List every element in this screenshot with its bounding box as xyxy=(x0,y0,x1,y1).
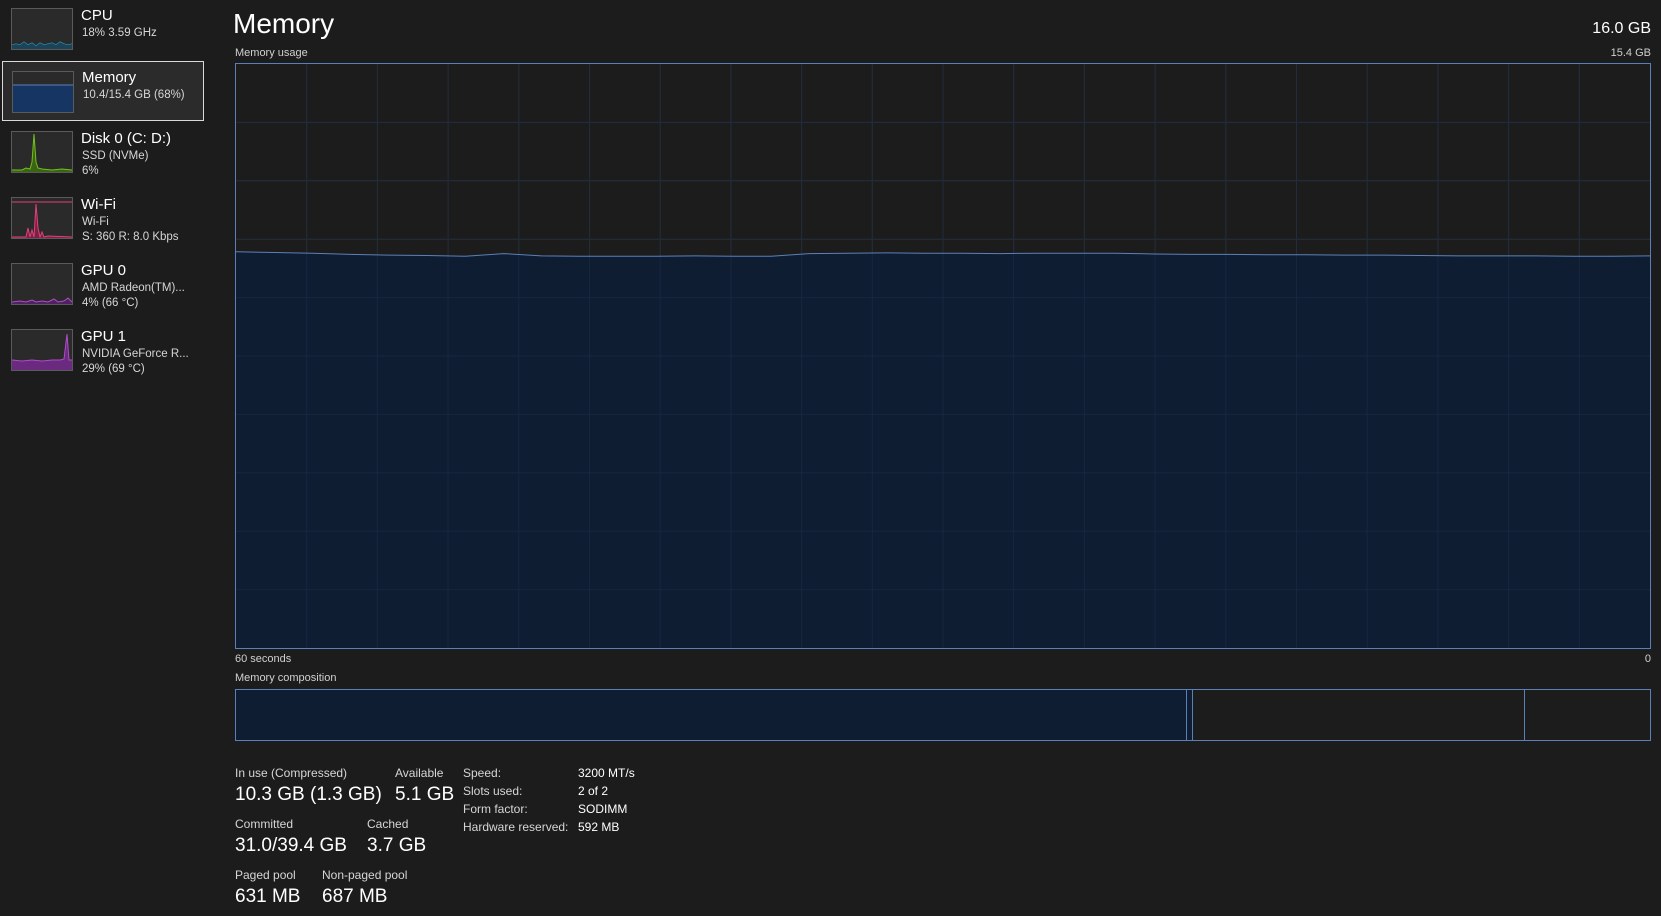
sidebar-item-disk-usage: 6% xyxy=(82,165,99,177)
sidebar-item-wifi-throughput: S: 360 R: 8.0 Kbps xyxy=(82,231,179,243)
sidebar: CPU 18% 3.59 GHz Memory 10.4/15.4 GB (68… xyxy=(0,0,206,916)
sidebar-item-gpu1-name: NVIDIA GeForce R... xyxy=(82,348,189,360)
memory-composition-bar xyxy=(235,689,1651,741)
sidebar-item-cpu-usage: 18% 3.59 GHz xyxy=(82,27,157,39)
disk-thumbnail xyxy=(11,131,73,173)
graph-x-left-label: 60 seconds xyxy=(235,653,292,665)
cached-label: Cached xyxy=(367,817,409,831)
graph-x-right-label: 0 xyxy=(1644,653,1651,665)
composition-segment-in-use[interactable] xyxy=(236,690,1187,740)
memory-composition-label: Memory composition xyxy=(235,672,337,684)
sidebar-item-wifi-adapter: Wi-Fi xyxy=(82,216,109,228)
cpu-thumbnail xyxy=(11,8,73,50)
non-paged-pool-label: Non-paged pool xyxy=(322,868,408,882)
sidebar-item-wifi[interactable]: Wi-Fi Wi-Fi S: 360 R: 8.0 Kbps xyxy=(2,189,204,249)
total-memory: 16.0 GB xyxy=(1592,20,1651,37)
sidebar-item-gpu1[interactable]: GPU 1 NVIDIA GeForce R... 29% (69 °C) xyxy=(2,321,204,381)
sidebar-item-cpu[interactable]: CPU 18% 3.59 GHz xyxy=(2,0,204,60)
available-value: 5.1 GB xyxy=(395,784,455,805)
wifi-thumbnail xyxy=(11,197,73,239)
composition-segment-standby[interactable] xyxy=(1191,690,1524,740)
committed-label: Committed xyxy=(235,817,294,831)
sidebar-item-memory-title: Memory xyxy=(82,69,137,86)
available-label: Available xyxy=(395,766,444,780)
committed-value: 31.0/39.4 GB xyxy=(235,835,347,856)
sidebar-item-gpu0-name: AMD Radeon(TM)... xyxy=(82,282,185,294)
speed-label: Speed: xyxy=(463,766,502,780)
gpu0-thumbnail xyxy=(11,263,73,305)
sidebar-item-memory-usage: 10.4/15.4 GB (68%) xyxy=(83,89,185,101)
sidebar-item-cpu-title: CPU xyxy=(81,7,113,24)
memory-usage-graph xyxy=(235,63,1651,649)
sidebar-item-gpu1-title: GPU 1 xyxy=(81,328,127,345)
sidebar-item-memory[interactable]: Memory 10.4/15.4 GB (68%) xyxy=(2,61,204,121)
in-use-label: In use (Compressed) xyxy=(235,766,348,780)
sidebar-item-disk-type: SSD (NVMe) xyxy=(82,150,149,162)
paged-pool-value: 631 MB xyxy=(235,886,301,907)
sidebar-item-gpu0[interactable]: GPU 0 AMD Radeon(TM)... 4% (66 °C) xyxy=(2,255,204,315)
sidebar-item-disk-title: Disk 0 (C: D:) xyxy=(81,130,171,147)
slots-used-label: Slots used: xyxy=(463,784,523,798)
paged-pool-label: Paged pool xyxy=(235,868,296,882)
composition-segment-free[interactable] xyxy=(1524,690,1650,740)
slots-used-value: 2 of 2 xyxy=(578,784,609,798)
form-factor-label: Form factor: xyxy=(463,802,528,816)
memory-usage-max-label: 15.4 GB xyxy=(1610,47,1651,59)
memory-thumbnail xyxy=(12,71,74,113)
sidebar-item-gpu0-usage: 4% (66 °C) xyxy=(82,297,139,309)
sidebar-item-gpu1-usage: 29% (69 °C) xyxy=(82,363,145,375)
memory-usage-chart xyxy=(236,64,1650,648)
gpu1-thumbnail xyxy=(11,329,73,371)
memory-usage-label: Memory usage xyxy=(235,47,308,59)
cached-value: 3.7 GB xyxy=(367,835,427,856)
speed-value: 3200 MT/s xyxy=(578,766,635,780)
form-factor-value: SODIMM xyxy=(578,802,628,816)
hardware-reserved-value: 592 MB xyxy=(578,820,620,834)
sidebar-item-disk[interactable]: Disk 0 (C: D:) SSD (NVMe) 6% xyxy=(2,123,204,183)
sidebar-item-gpu0-title: GPU 0 xyxy=(81,262,127,279)
non-paged-pool-value: 687 MB xyxy=(322,886,388,907)
page-title: Memory xyxy=(233,8,335,39)
hardware-reserved-label: Hardware reserved: xyxy=(463,820,569,834)
in-use-value: 10.3 GB (1.3 GB) xyxy=(235,784,382,805)
sidebar-item-wifi-title: Wi-Fi xyxy=(81,196,116,213)
